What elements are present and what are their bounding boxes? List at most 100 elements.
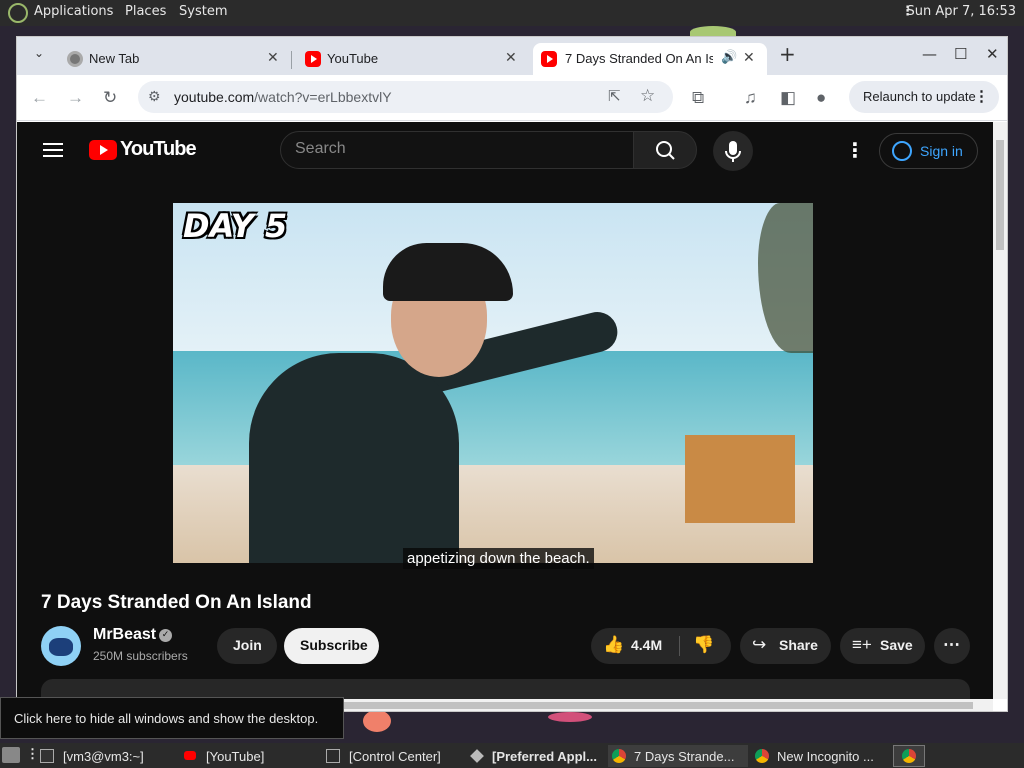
open-in-app-icon[interactable]: ⇱	[608, 87, 621, 105]
like-count[interactable]: 4.4M	[631, 637, 662, 653]
taskbar-item-label: [YouTube]	[206, 749, 265, 764]
channel-name[interactable]: MrBeast	[93, 626, 156, 644]
maximize-icon[interactable]: ☐	[954, 45, 967, 63]
tab-new-tab[interactable]: New Tab ✕	[59, 43, 289, 75]
video-caption: appetizing down the beach.	[403, 548, 594, 569]
tab-youtube[interactable]: YouTube ✕	[297, 43, 527, 75]
places-menu[interactable]: Places	[125, 4, 166, 19]
tab-video[interactable]: 7 Days Stranded On An Isl 🔊 ✕	[533, 43, 767, 75]
profile-icon[interactable]: ●	[816, 88, 826, 108]
taskbar-item-preferred-apps[interactable]: [Preferred Appl...	[466, 745, 606, 767]
applications-menu[interactable]: Applications	[34, 4, 113, 19]
taskbar-item-youtube[interactable]: [YouTube]	[178, 745, 318, 767]
subscribe-button[interactable]: Subscribe	[284, 628, 379, 664]
taskbar-item-terminal[interactable]: [vm3@vm3:~]	[36, 745, 176, 767]
close-icon[interactable]: ✕	[267, 49, 279, 66]
video-frame-crate	[685, 435, 795, 523]
show-desktop-icon[interactable]	[2, 747, 20, 763]
share-label: Share	[779, 637, 818, 653]
voice-search-button[interactable]	[713, 131, 753, 171]
panel-clock[interactable]: Sun Apr 7, 16:53	[907, 4, 1016, 19]
more-horizontal-icon: ⋯	[943, 635, 960, 654]
sign-in-label: Sign in	[920, 143, 963, 159]
sign-in-button[interactable]: Sign in	[879, 133, 978, 169]
relaunch-button[interactable]: Relaunch to update ⋮	[849, 81, 999, 113]
account-icon	[892, 141, 912, 161]
browser-window: ⌄ New Tab ✕ YouTube ✕ 7 Days Stranded On…	[16, 36, 1008, 712]
search-input[interactable]	[295, 140, 615, 158]
url-host: youtube.com	[174, 89, 255, 105]
video-frame-person	[249, 353, 459, 563]
close-icon[interactable]: ✕	[743, 49, 755, 66]
menu-hamburger-icon[interactable]	[43, 143, 63, 157]
like-icon[interactable]: 👍	[603, 635, 624, 655]
chrome-icon	[755, 749, 769, 763]
tab-divider	[291, 51, 292, 69]
media-controls-icon[interactable]: ♫	[744, 88, 757, 108]
tab-title: New Tab	[89, 51, 140, 66]
url-text[interactable]: youtube.com/watch?v=erLbbextvlY	[174, 89, 392, 105]
taskbar-item-label: [vm3@vm3:~]	[63, 749, 144, 764]
close-icon[interactable]: ✕	[505, 49, 517, 66]
search-box[interactable]	[280, 131, 634, 169]
youtube-header: YouTube ⋮ Sign in	[17, 122, 993, 178]
settings-kebab-icon[interactable]: ⋮	[845, 138, 865, 162]
minimize-icon[interactable]: —	[922, 45, 937, 63]
chrome-icon	[67, 51, 83, 67]
youtube-logo-icon[interactable]	[89, 140, 117, 160]
taskbar-item-label: [Preferred Appl...	[492, 749, 597, 764]
dislike-icon[interactable]: 👎	[693, 635, 714, 655]
microphone-icon	[725, 141, 741, 162]
taskbar-item-label: 7 Days Strande...	[634, 749, 735, 764]
tray-chrome-icon[interactable]	[893, 745, 925, 767]
system-menu[interactable]: System	[179, 4, 227, 19]
back-icon[interactable]: ←	[31, 88, 48, 108]
side-panel-icon[interactable]: ◧	[780, 88, 796, 108]
video-player[interactable]: DAY 5	[173, 203, 813, 563]
address-bar[interactable]: ⚙ youtube.com/watch?v=erLbbextvlY ⇱ ☆	[138, 81, 673, 113]
share-icon: ↪	[752, 635, 767, 654]
save-button[interactable]: ≡+ Save	[840, 628, 925, 664]
relaunch-label: Relaunch to update	[863, 89, 976, 104]
bookmark-star-icon[interactable]: ☆	[640, 86, 655, 106]
taskbar-item-control-center[interactable]: [Control Center]	[322, 745, 462, 767]
terminal-icon	[40, 749, 54, 763]
video-overlay-text: DAY 5	[183, 207, 288, 245]
taskbar-item-incognito[interactable]: New Incognito ...	[751, 745, 889, 767]
save-label: Save	[880, 637, 913, 653]
os-logo-icon[interactable]	[8, 3, 28, 23]
search-button[interactable]	[633, 131, 697, 169]
search-icon	[656, 141, 675, 160]
reload-icon[interactable]: ↻	[103, 88, 117, 108]
vertical-scrollbar[interactable]	[993, 122, 1007, 699]
tab-title: YouTube	[327, 51, 379, 66]
like-divider	[679, 636, 680, 656]
menu-kebab-icon: ⋮	[974, 88, 989, 105]
tab-search-button[interactable]: ⌄	[27, 43, 53, 69]
show-desktop-tooltip: Click here to hide all windows and show …	[0, 697, 344, 739]
youtube-icon	[184, 751, 196, 760]
desktop-top-panel: Applications Places System ⋮ Sun Apr 7, …	[0, 0, 1024, 26]
like-dislike-group: 👍 4.4M 👎	[591, 628, 731, 664]
join-button[interactable]: Join	[217, 628, 277, 664]
taskbar-item-chrome-video[interactable]: 7 Days Strande...	[608, 745, 748, 767]
save-playlist-icon: ≡+	[852, 635, 872, 654]
taskbar-item-label: New Incognito ...	[777, 749, 874, 764]
site-info-icon[interactable]: ⚙	[148, 88, 161, 105]
description-box[interactable]	[41, 679, 970, 699]
speaker-icon[interactable]: 🔊	[721, 49, 737, 65]
taskbar: ⋮ [vm3@vm3:~] [YouTube] [Control Center]…	[0, 743, 1024, 768]
scrollbar-thumb[interactable]	[996, 140, 1004, 250]
close-window-icon[interactable]: ✕	[986, 45, 999, 63]
join-label: Join	[233, 637, 262, 653]
more-actions-button[interactable]: ⋯	[934, 628, 970, 664]
new-tab-button[interactable]: +	[779, 42, 796, 66]
extensions-icon[interactable]: ⧉	[692, 88, 704, 108]
tab-title: 7 Days Stranded On An Isl	[565, 51, 713, 66]
channel-avatar[interactable]	[41, 626, 81, 666]
youtube-logo-text[interactable]: YouTube	[120, 138, 197, 161]
share-button[interactable]: ↪ Share	[740, 628, 831, 664]
preferences-icon	[470, 749, 484, 763]
wallpaper-shape	[363, 710, 391, 732]
forward-icon[interactable]: →	[67, 88, 84, 108]
